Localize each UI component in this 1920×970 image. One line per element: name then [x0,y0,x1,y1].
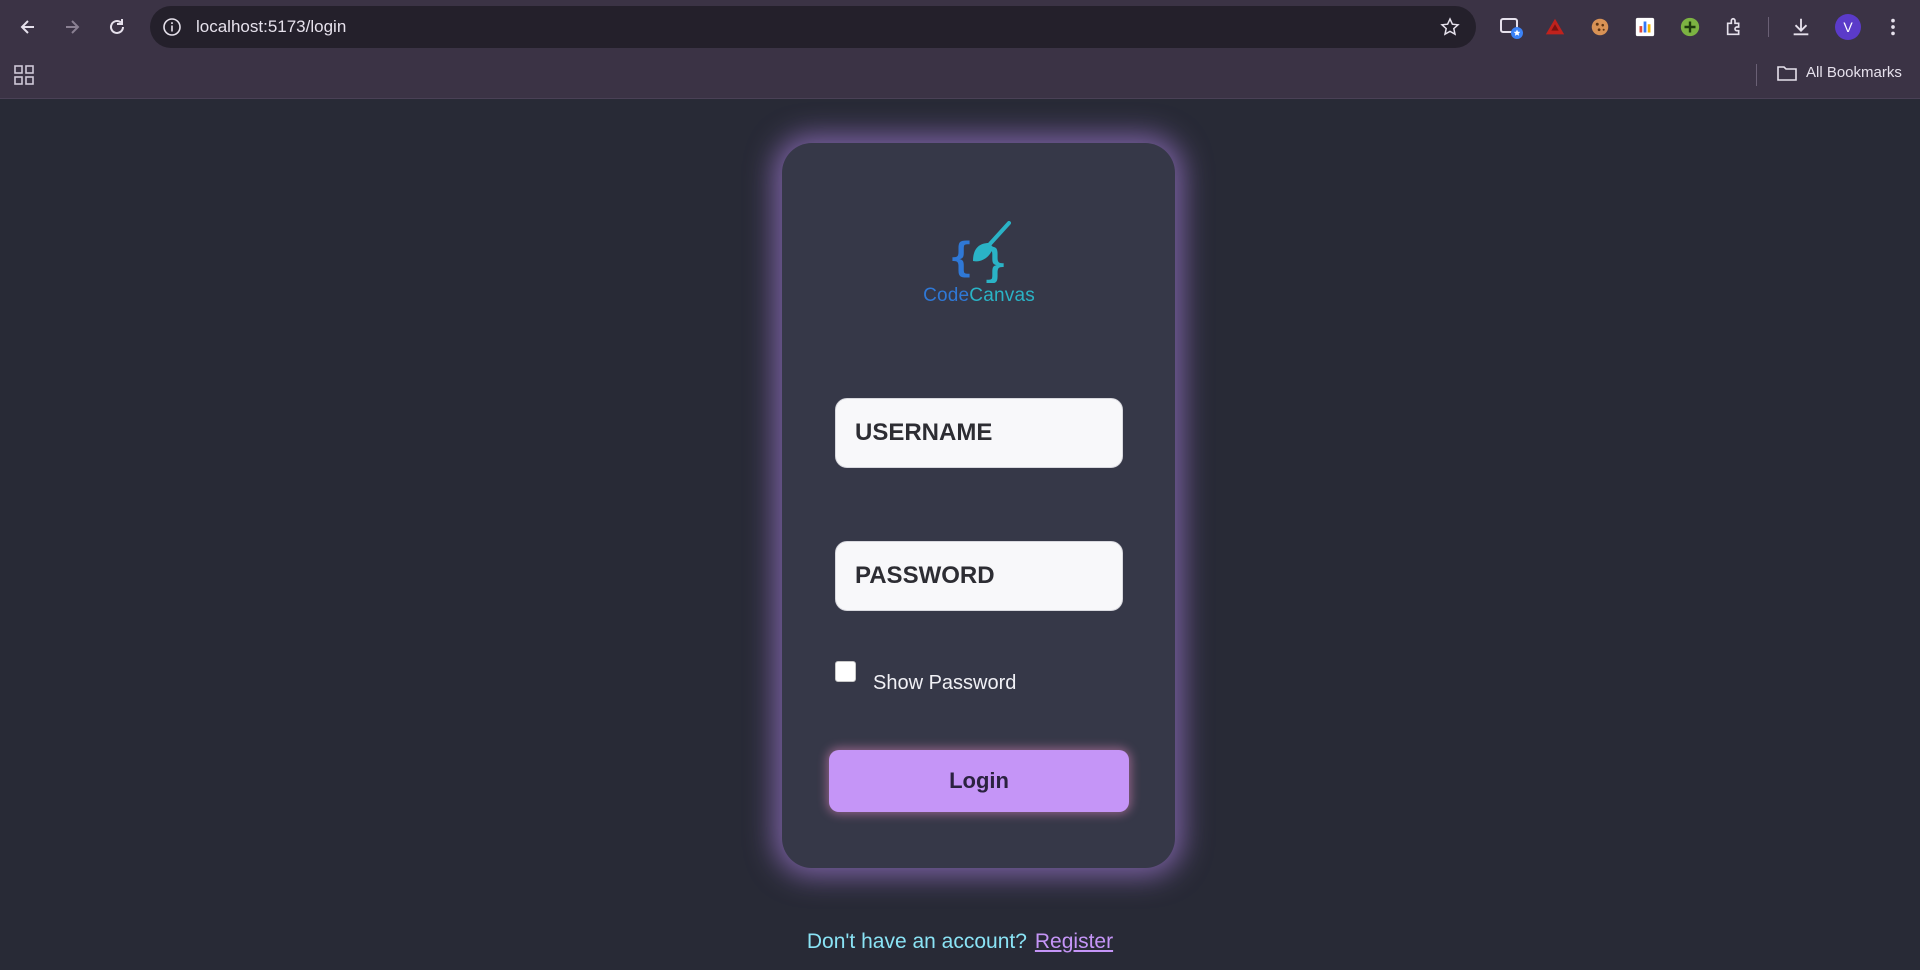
cookie-extension-icon[interactable] [1588,15,1612,39]
register-question: Don't have an account? [806,930,1027,953]
address-bar[interactable]: localhost:5173/login [150,6,1476,48]
site-info-icon[interactable] [162,17,182,37]
apps-grid-icon[interactable] [13,64,35,86]
password-input[interactable] [835,541,1123,611]
puzzle-extensions-icon[interactable] [1723,15,1747,39]
reload-button[interactable] [101,11,133,43]
forward-button[interactable] [56,11,88,43]
show-password-checkbox[interactable] [835,661,856,682]
chart-extension-icon[interactable] [1633,15,1657,39]
login-button[interactable]: Login [829,750,1129,812]
red-triangle-extension-icon[interactable] [1543,15,1567,39]
bookmark-star-icon[interactable] [1440,17,1460,37]
reload-icon [110,19,124,34]
brand-name-part1: Code [923,285,970,306]
brand-name-part2: Canvas [969,285,1035,306]
bookmarks-divider [1756,64,1757,86]
bookmarks-bar [0,54,1920,99]
back-button[interactable] [12,11,44,43]
green-plus-extension-icon[interactable] [1678,15,1702,39]
forward-arrow-icon [66,20,80,34]
register-link[interactable]: Register [1035,930,1113,953]
codecanvas-logo-icon: { } [949,221,1011,283]
svg-text:{: { [949,235,973,281]
profile-avatar[interactable]: V [1835,14,1861,40]
register-prompt: Don't have an account? Register [0,928,1920,956]
username-input[interactable] [835,398,1123,468]
browser-menu-icon[interactable] [1881,15,1905,39]
url-text[interactable]: localhost:5173/login [196,6,346,48]
toolbar-divider [1768,17,1769,37]
back-arrow-icon [20,20,34,34]
download-icon[interactable] [1789,15,1813,39]
browser-toolbar: localhost:5173/login V [0,0,1920,54]
folder-icon[interactable] [1776,63,1798,83]
all-bookmarks-label[interactable]: All Bookmarks [1806,62,1902,84]
brand-name: CodeCanvas [900,285,1058,307]
show-password-label[interactable]: Show Password [873,671,1016,695]
screen-capture-extension-icon[interactable] [1499,15,1523,39]
